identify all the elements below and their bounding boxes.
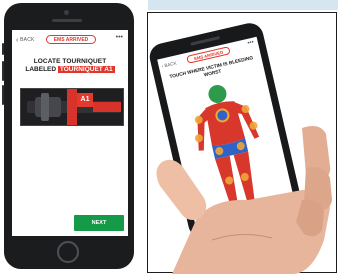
back-button[interactable]: ‹ BACK — [161, 60, 177, 68]
tourniquet-label-highlight: TOURNIQUET A1 — [57, 66, 115, 73]
header-strip — [148, 0, 338, 10]
tourniquet-red-band — [67, 89, 77, 125]
volume-down-button — [2, 85, 4, 105]
more-dots-icon[interactable]: ••• — [247, 40, 255, 47]
holding-hand — [156, 126, 332, 274]
left-phone-screen: ‹ BACK EMS ARRIVED ••• LOCATE TOURNIQUET… — [12, 30, 128, 236]
volume-up-button — [2, 61, 4, 81]
tourniquet-windlass — [41, 93, 49, 121]
tourniquet-tail — [93, 102, 121, 112]
hand-thumb — [156, 159, 207, 220]
instruction-line-2: LABELED TOURNIQUET A1 — [12, 66, 128, 73]
more-dots-icon[interactable]: ••• — [116, 34, 123, 41]
back-label: BACK — [163, 60, 178, 69]
left-phone: ‹ BACK EMS ARRIVED ••• LOCATE TOURNIQUET… — [2, 3, 134, 269]
chevron-left-icon: ‹ — [16, 37, 19, 44]
tourniquet-tag: A1 — [77, 93, 93, 107]
status-badge: EMS ARRIVED — [186, 46, 231, 64]
back-label: BACK — [20, 37, 35, 43]
earpiece-speaker — [52, 19, 82, 22]
front-camera — [64, 10, 69, 15]
earpiece-speaker — [190, 36, 221, 46]
tourniquet-image: A1 — [20, 88, 124, 126]
instruction-prefix: LABELED — [25, 66, 57, 73]
instruction-line-1: LOCATE TOURNIQUET — [33, 58, 107, 65]
app-top-bar: ‹ BACK EMS ARRIVED ••• — [12, 30, 128, 48]
back-button[interactable]: ‹ BACK — [16, 37, 35, 44]
status-badge: EMS ARRIVED — [46, 35, 96, 44]
home-button-icon[interactable] — [57, 241, 79, 263]
mute-switch — [2, 43, 4, 55]
next-button[interactable]: NEXT — [74, 215, 124, 231]
